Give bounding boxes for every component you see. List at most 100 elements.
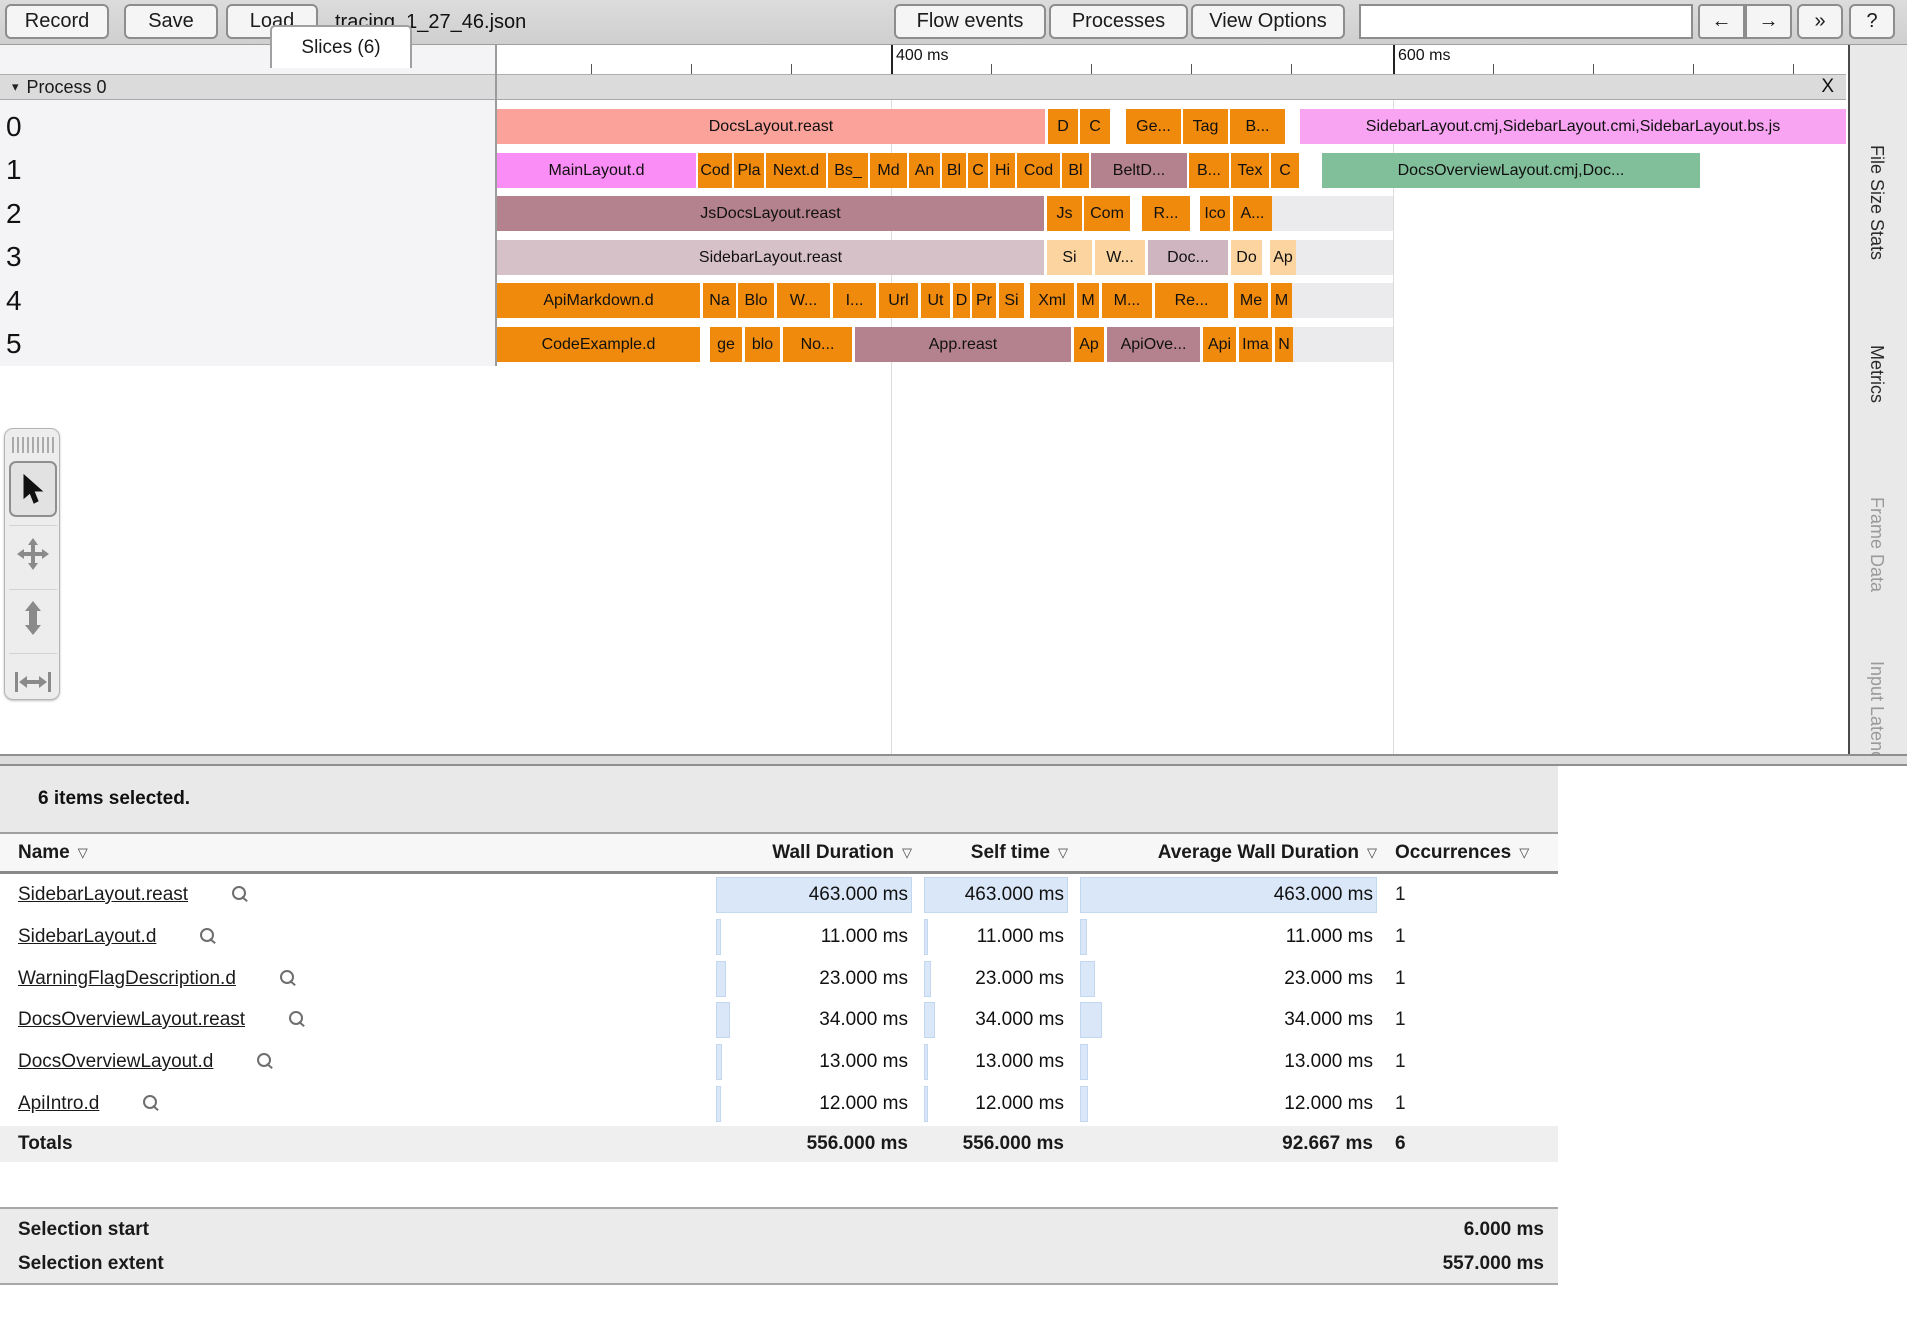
- flame-slice[interactable]: Js: [1047, 196, 1082, 231]
- magnifier-icon[interactable]: [255, 1053, 273, 1071]
- flame-slice[interactable]: A...: [1233, 196, 1272, 231]
- flame-slice[interactable]: JsDocsLayout.reast: [497, 196, 1044, 231]
- flame-slice[interactable]: M...: [1102, 283, 1152, 318]
- flame-slice[interactable]: blo: [745, 327, 780, 362]
- find-previous-button[interactable]: ←: [1698, 4, 1745, 39]
- selection-tool-button[interactable]: [9, 461, 57, 517]
- record-button[interactable]: Record: [5, 4, 109, 39]
- flame-slice[interactable]: An: [909, 153, 940, 188]
- flame-slice[interactable]: Ima: [1239, 327, 1272, 362]
- magnifier-icon[interactable]: [287, 1011, 305, 1029]
- search-input[interactable]: [1359, 4, 1693, 39]
- flame-slice[interactable]: W...: [1095, 240, 1145, 275]
- flame-slice[interactable]: Tag: [1183, 109, 1228, 144]
- zoom-tool-button[interactable]: [9, 589, 57, 645]
- column-header-name[interactable]: Name▽: [18, 834, 218, 871]
- flame-slice[interactable]: Me: [1234, 283, 1268, 318]
- flame-slice[interactable]: ge: [710, 327, 742, 362]
- flame-slice[interactable]: DocsOverviewLayout.cmj,Doc...: [1322, 153, 1700, 188]
- flame-slice[interactable]: C: [968, 153, 988, 188]
- flame-slice[interactable]: DocsLayout.reast: [497, 109, 1045, 144]
- flame-slice[interactable]: ApiMarkdown.d: [497, 283, 700, 318]
- flame-slice[interactable]: Ge...: [1126, 109, 1181, 144]
- flame-slice[interactable]: Bl: [942, 153, 966, 188]
- flame-slice[interactable]: Do: [1231, 240, 1262, 275]
- flame-slice[interactable]: Md: [870, 153, 907, 188]
- flame-slice[interactable]: C: [1271, 153, 1299, 188]
- slice-name-link[interactable]: SidebarLayout.reast: [18, 884, 188, 906]
- magnifier-icon[interactable]: [278, 970, 296, 988]
- flame-slice[interactable]: Ico: [1200, 196, 1230, 231]
- slice-name-link[interactable]: ApiIntro.d: [18, 1093, 99, 1115]
- flame-slice[interactable]: Tex: [1231, 153, 1269, 188]
- column-header-self-time[interactable]: Self time▽: [924, 834, 1068, 871]
- magnifier-icon[interactable]: [141, 1095, 159, 1113]
- flame-slice[interactable]: I...: [833, 283, 876, 318]
- flame-slice[interactable]: ApiOve...: [1107, 327, 1200, 362]
- help-button[interactable]: ?: [1849, 4, 1895, 39]
- view-options-button[interactable]: View Options: [1191, 4, 1345, 39]
- more-options-button[interactable]: »: [1797, 4, 1843, 39]
- flame-slice[interactable]: Blo: [738, 283, 774, 318]
- flame-slice[interactable]: D: [953, 283, 970, 318]
- flow-events-button[interactable]: Flow events: [894, 4, 1046, 39]
- flame-slice[interactable]: Na: [703, 283, 736, 318]
- flame-slice[interactable]: Api: [1203, 327, 1236, 362]
- slice-name-link[interactable]: DocsOverviewLayout.reast: [18, 1009, 245, 1031]
- flame-slice[interactable]: Hi: [990, 153, 1015, 188]
- processes-button[interactable]: Processes: [1049, 4, 1188, 39]
- flame-slice[interactable]: Si: [1047, 240, 1092, 275]
- flame-slice[interactable]: B...: [1189, 153, 1229, 188]
- slice-name-link[interactable]: DocsOverviewLayout.d: [18, 1051, 213, 1073]
- column-header-occurrences[interactable]: Occurrences▽: [1395, 834, 1565, 871]
- flame-slice[interactable]: N: [1275, 327, 1293, 362]
- slice-name-link[interactable]: SidebarLayout.d: [18, 926, 156, 948]
- flame-slice[interactable]: W...: [777, 283, 830, 318]
- flame-slice[interactable]: Re...: [1155, 283, 1228, 318]
- collapse-caret-icon[interactable]: ▾: [12, 79, 19, 95]
- flame-slice[interactable]: CodeExample.d: [497, 327, 700, 362]
- flame-slice[interactable]: Xml: [1030, 283, 1074, 318]
- flame-slice[interactable]: BeltD...: [1091, 153, 1187, 188]
- timing-tool-button[interactable]: [9, 653, 57, 709]
- tab-slices[interactable]: Slices (6): [270, 25, 412, 68]
- close-track-button[interactable]: X: [1821, 75, 1834, 99]
- flame-slice[interactable]: C: [1080, 109, 1110, 144]
- flame-slice[interactable]: Ut: [921, 283, 950, 318]
- flame-slice[interactable]: M: [1271, 283, 1292, 318]
- flame-slice[interactable]: Bs_: [828, 153, 868, 188]
- horizontal-splitter[interactable]: [0, 754, 1907, 766]
- flame-slice[interactable]: MainLayout.d: [497, 153, 696, 188]
- magnifier-icon[interactable]: [230, 886, 248, 904]
- flame-slice[interactable]: M: [1077, 283, 1099, 318]
- flame-slice[interactable]: Ap: [1270, 240, 1296, 275]
- column-header-wall-duration[interactable]: Wall Duration▽: [716, 834, 912, 871]
- flame-slice[interactable]: Pr: [972, 283, 996, 318]
- tab-metrics[interactable]: Metrics: [1866, 345, 1887, 403]
- flame-slice[interactable]: R...: [1142, 196, 1190, 231]
- flame-slice[interactable]: Pla: [734, 153, 764, 188]
- palette-grip-icon[interactable]: [12, 437, 54, 453]
- flame-slice[interactable]: Doc...: [1148, 240, 1228, 275]
- flame-slice[interactable]: Si: [999, 283, 1024, 318]
- flame-slice[interactable]: Com: [1084, 196, 1130, 231]
- flame-slice[interactable]: Url: [879, 283, 918, 318]
- flame-slice[interactable]: SidebarLayout.cmj,SidebarLayout.cmi,Side…: [1300, 109, 1846, 144]
- flame-slice[interactable]: Next.d: [766, 153, 826, 188]
- flame-slice[interactable]: SidebarLayout.reast: [497, 240, 1044, 275]
- flame-slice[interactable]: No...: [783, 327, 852, 362]
- flame-slice[interactable]: D: [1048, 109, 1078, 144]
- slice-name-link[interactable]: WarningFlagDescription.d: [18, 968, 236, 990]
- process-header[interactable]: ▾ Process 0 X: [0, 74, 1846, 100]
- tab-file-size-stats[interactable]: File Size Stats: [1866, 145, 1887, 260]
- flame-slice[interactable]: B...: [1230, 109, 1285, 144]
- flame-slice[interactable]: Cod: [698, 153, 732, 188]
- column-header-average-wall-duration[interactable]: Average Wall Duration▽: [1080, 834, 1377, 871]
- magnifier-icon[interactable]: [198, 928, 216, 946]
- flame-slice[interactable]: Ap: [1074, 327, 1104, 362]
- save-button[interactable]: Save: [124, 4, 218, 39]
- pan-tool-button[interactable]: [9, 525, 57, 581]
- find-next-button[interactable]: →: [1745, 4, 1792, 39]
- flame-slice[interactable]: Bl: [1062, 153, 1089, 188]
- flame-slice[interactable]: Cod: [1017, 153, 1060, 188]
